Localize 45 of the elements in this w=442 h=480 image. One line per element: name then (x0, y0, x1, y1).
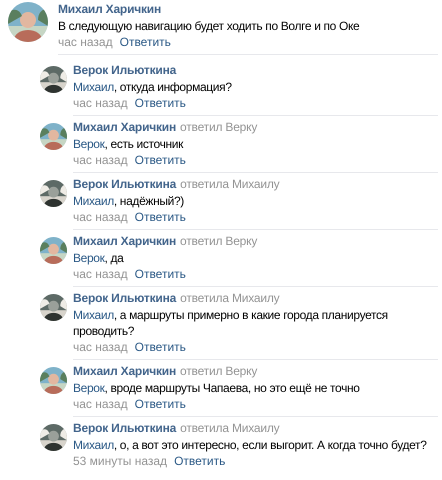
mention-link[interactable]: Верок (73, 251, 105, 265)
comment-text: В следующую навигацию будет ходить по Волге и по Оке (58, 18, 360, 34)
reply-link[interactable]: Ответить (134, 397, 186, 412)
timestamp: 53 минуты назад (73, 454, 168, 469)
reply-link[interactable]: Ответить (134, 96, 186, 111)
reply-target: ответила Михаилу (180, 291, 280, 306)
mention-link[interactable]: Верок (73, 381, 105, 395)
reply-link[interactable]: Ответить (174, 454, 226, 469)
author-link[interactable]: Михаил Харичкин (73, 364, 176, 379)
author-link[interactable]: Михаил Харичкин (58, 2, 162, 17)
timestamp: час назад (73, 153, 128, 168)
timestamp: час назад (73, 267, 128, 282)
reply-link[interactable]: Ответить (134, 210, 186, 225)
reply-target: ответила Михаилу (180, 177, 280, 192)
author-link[interactable]: Михаил Харичкин (73, 120, 176, 135)
comment-text: Михаил, откуда информация? (73, 79, 233, 95)
comment-text: Михаил, о, а вот это интересно, если выгорит. А когда точно будет? (73, 437, 428, 453)
timestamp: час назад (73, 340, 128, 355)
mention-link[interactable]: Михаил (73, 438, 114, 452)
author-link[interactable]: Верок Ильюткина (73, 63, 176, 78)
comment-text: Верок, вроде маршруты Чапаева, но это ещё не точно (73, 380, 361, 396)
mention-link[interactable]: Михаил (73, 194, 114, 208)
comment-text: Верок, да (73, 250, 125, 266)
timestamp: час назад (58, 35, 113, 50)
author-link[interactable]: Михаил Харичкин (73, 234, 176, 249)
mention-link[interactable]: Михаил (73, 80, 114, 94)
comment-text: Михаил, а маршруты примерно в какие города планируется проводить? (73, 307, 389, 339)
reply-link[interactable]: Ответить (134, 153, 186, 168)
timestamp: час назад (73, 210, 128, 225)
reply-target: ответил Верку (180, 234, 258, 249)
author-link[interactable]: Верок Ильюткина (73, 421, 176, 436)
author-link[interactable]: Верок Ильюткина (73, 177, 176, 192)
comment-text: Верок, есть источник (73, 136, 184, 152)
reply-target: ответил Верку (180, 364, 258, 379)
timestamp: час назад (73, 397, 128, 412)
mention-link[interactable]: Верок (73, 137, 105, 151)
reply-link[interactable]: Ответить (134, 267, 186, 282)
comment-text: Михаил, надёжный?) (73, 193, 185, 209)
reply-target: ответил Верку (180, 120, 258, 135)
mention-link[interactable]: Михаил (73, 308, 114, 322)
timestamp: час назад (73, 96, 128, 111)
author-link[interactable]: Верок Ильюткина (73, 291, 176, 306)
reply-target: ответила Михаилу (180, 421, 280, 436)
reply-link[interactable]: Ответить (120, 35, 171, 50)
reply-link[interactable]: Ответить (134, 340, 186, 355)
